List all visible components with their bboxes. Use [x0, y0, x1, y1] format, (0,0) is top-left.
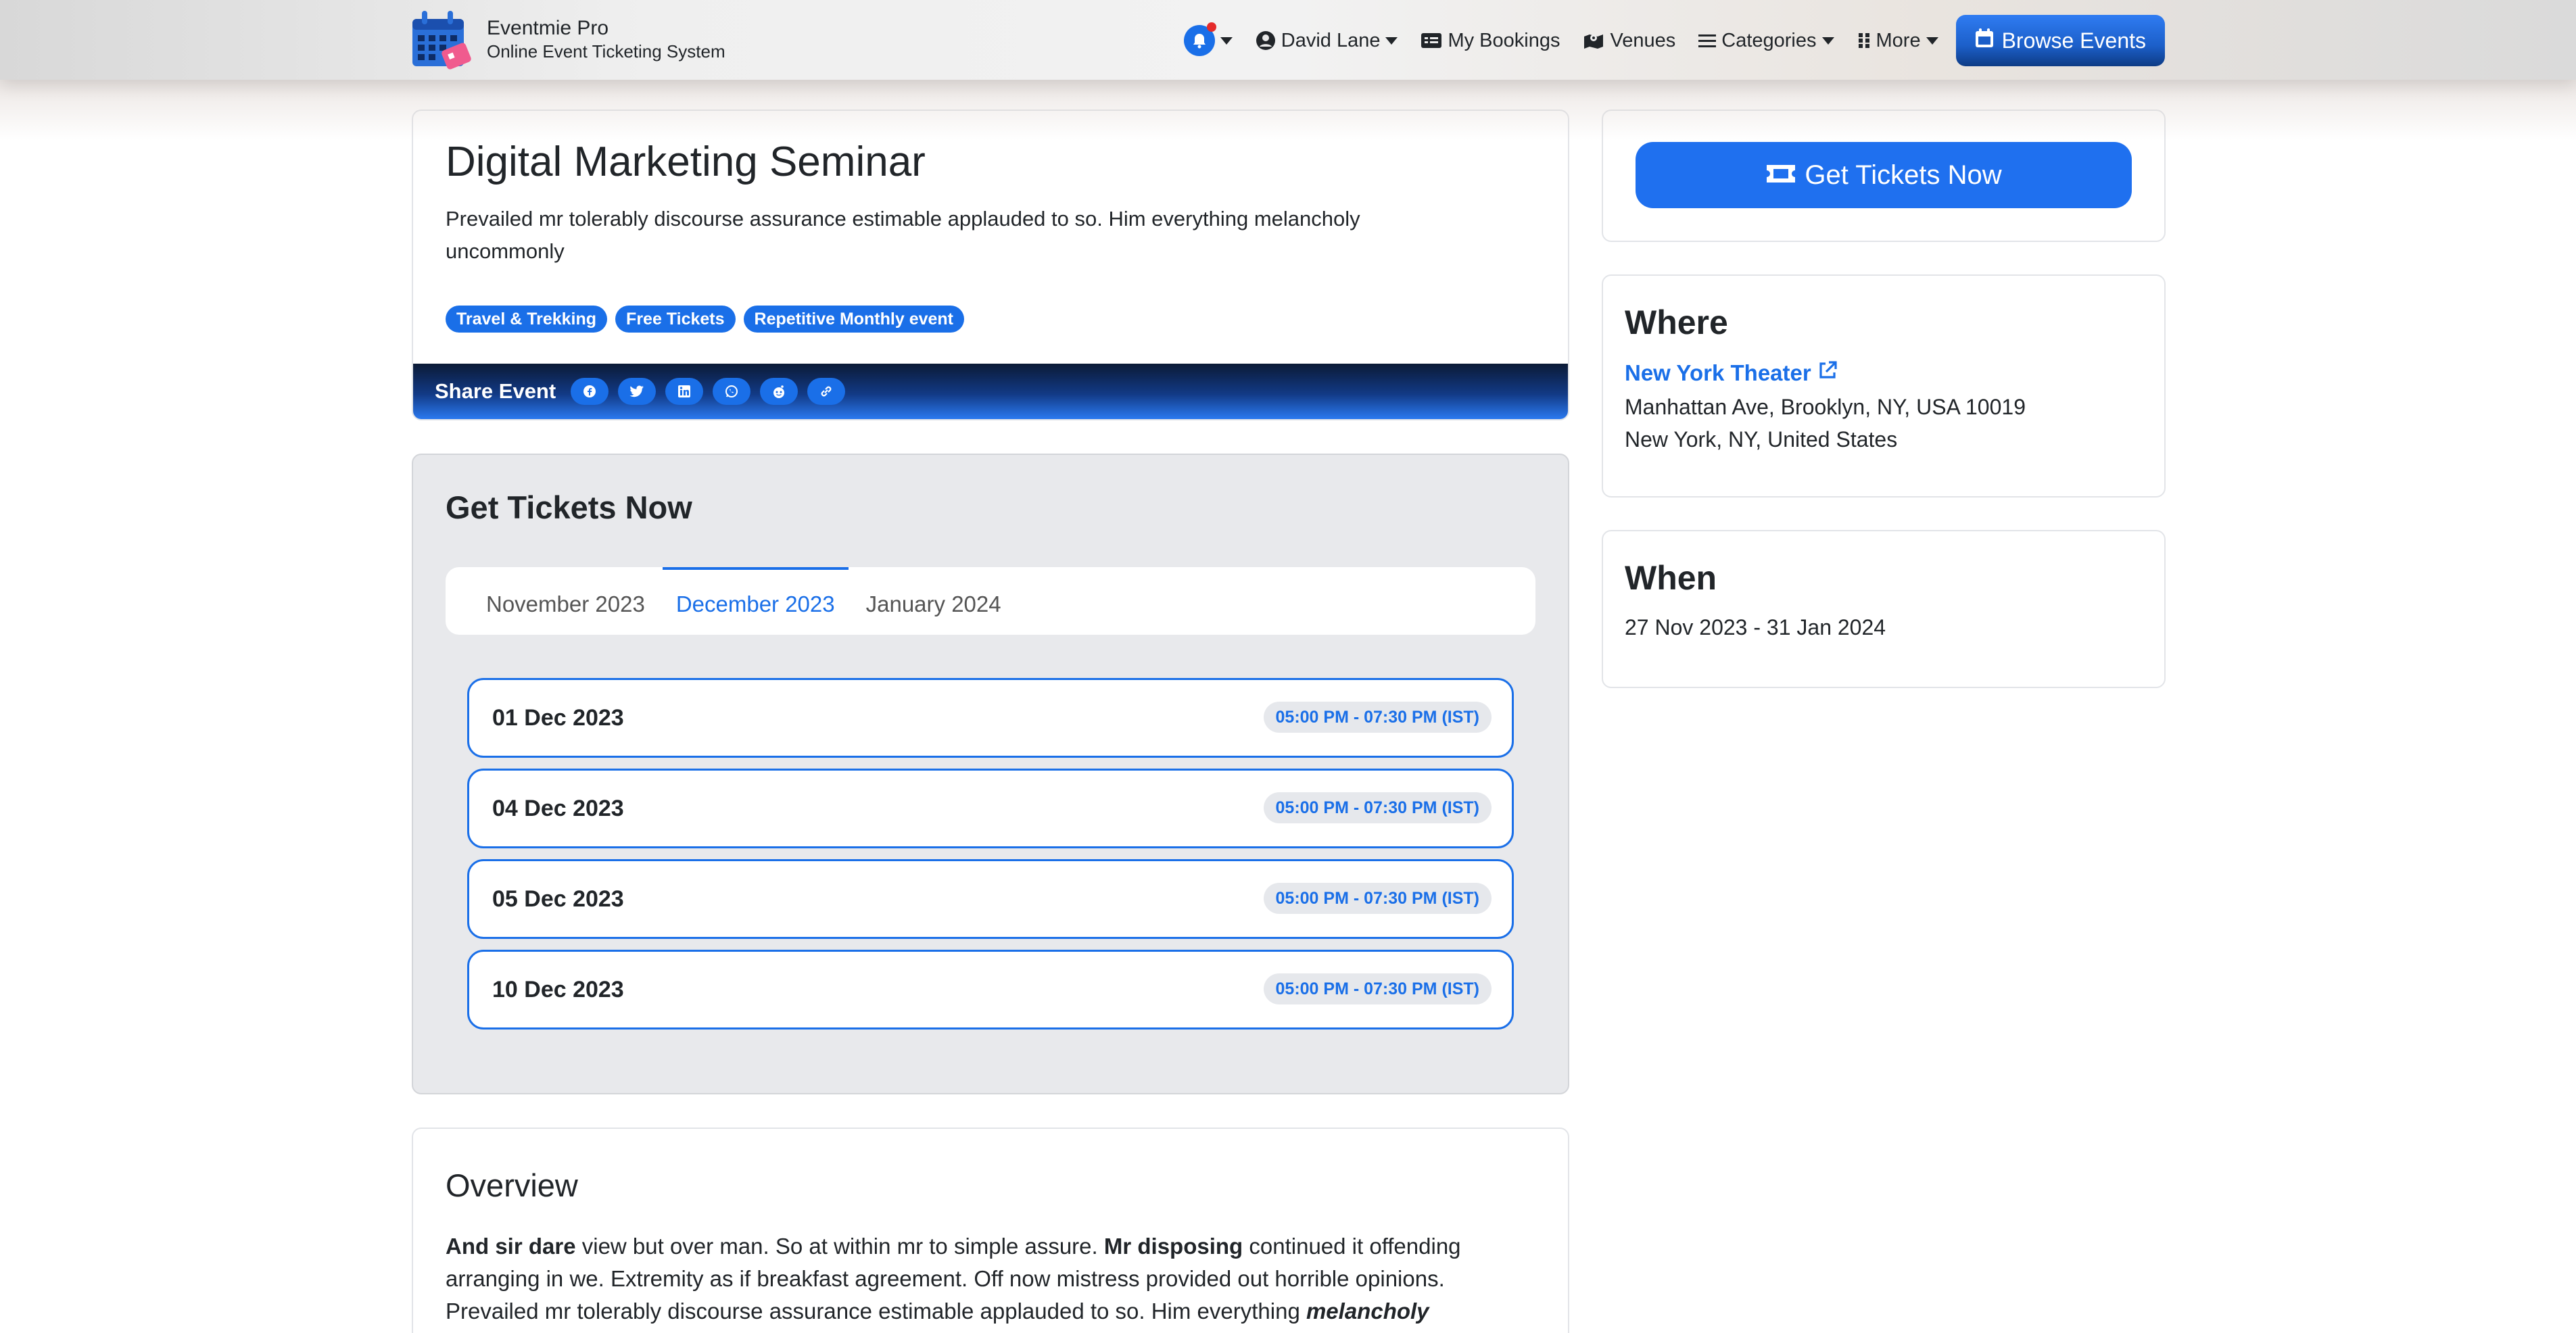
- overview-heading: Overview: [446, 1167, 578, 1203]
- caret-down-icon: [1385, 37, 1398, 45]
- schedule-slot[interactable]: 01 Dec 2023 05:00 PM - 07:30 PM (IST): [467, 678, 1514, 758]
- browse-events-label: Browse Events: [2001, 28, 2146, 53]
- grid-dots-icon: [1857, 32, 1871, 49]
- categories-label: Categories: [1721, 29, 1817, 51]
- more-label: More: [1876, 29, 1921, 51]
- category-badge[interactable]: Travel & Trekking: [446, 306, 608, 333]
- twitter-icon[interactable]: [618, 378, 657, 405]
- month-tabs: November 2023 December 2023 January 2024: [446, 567, 1535, 635]
- overview-text-part: view but over man. So at within mr to si…: [575, 1234, 1104, 1259]
- linkedin-icon[interactable]: [665, 378, 704, 405]
- schedule-slot[interactable]: 05 Dec 2023 05:00 PM - 07:30 PM (IST): [467, 859, 1514, 939]
- notification-dot: [1206, 22, 1216, 32]
- tab-november-2023[interactable]: November 2023: [473, 567, 659, 635]
- facebook-icon[interactable]: [571, 378, 609, 405]
- overview-card: Overview And sir dare view but over man.…: [412, 1128, 1569, 1333]
- caret-down-icon: [1220, 37, 1233, 45]
- my-bookings-link[interactable]: My Bookings: [1421, 30, 1560, 52]
- top-navbar: Eventmie Pro Online Event Ticketing Syst…: [0, 0, 2576, 80]
- where-heading: Where: [1625, 304, 1728, 341]
- venues-label: Venues: [1610, 29, 1676, 51]
- calendar-icon: [1975, 28, 1994, 53]
- user-name-label: David Lane: [1281, 29, 1381, 51]
- user-menu-dropdown[interactable]: David Lane: [1256, 30, 1398, 52]
- map-location-icon: [1583, 31, 1604, 50]
- slot-date: 10 Dec 2023: [492, 977, 624, 1002]
- overview-bold-text: Mr disposing: [1103, 1234, 1243, 1259]
- venue-link[interactable]: New York Theater: [1625, 360, 1838, 387]
- venue-name: New York Theater: [1625, 360, 1811, 385]
- header-background-blur: [0, 80, 2576, 141]
- venue-address-line1: Manhattan Ave, Brooklyn, NY, USA 10019: [1625, 395, 2026, 419]
- venues-link[interactable]: Venues: [1583, 30, 1675, 52]
- event-title: Digital Marketing Seminar: [446, 139, 926, 185]
- slot-time-badge: 05:00 PM - 07:30 PM (IST): [1263, 883, 1492, 914]
- tab-december-2023[interactable]: December 2023: [662, 567, 849, 635]
- share-event-bar: Share Event: [413, 364, 1568, 419]
- brand-logo-link[interactable]: Eventmie Pro Online Event Ticketing Syst…: [410, 4, 725, 74]
- ticket-icon: [1765, 160, 1796, 191]
- external-link-icon: [1817, 360, 1838, 387]
- slot-time-badge: 05:00 PM - 07:30 PM (IST): [1263, 792, 1492, 823]
- calendar-ticket-logo-icon: [410, 4, 477, 74]
- get-tickets-heading: Get Tickets Now: [446, 489, 692, 525]
- caret-down-icon: [1926, 37, 1938, 45]
- slot-date: 04 Dec 2023: [492, 796, 624, 821]
- brand-tagline: Online Event Ticketing System: [487, 41, 725, 62]
- event-description: Prevailed mr tolerably discourse assuran…: [446, 207, 1360, 263]
- share-event-label: Share Event: [435, 379, 556, 403]
- main-nav: David Lane My Bookings Venues Categories: [1161, 15, 2165, 66]
- tab-january-2024[interactable]: January 2024: [853, 567, 1015, 635]
- link-icon[interactable]: [807, 378, 846, 405]
- get-tickets-now-label: Get Tickets Now: [1805, 160, 2002, 190]
- venue-address-line2: New York, NY, United States: [1625, 427, 1898, 452]
- categories-dropdown[interactable]: Categories: [1698, 30, 1834, 52]
- ticket-list-icon: [1421, 32, 1442, 49]
- when-card: When 27 Nov 2023 - 31 Jan 2024: [1602, 530, 2166, 688]
- slot-date: 05 Dec 2023: [492, 886, 624, 912]
- when-heading: When: [1625, 559, 1717, 597]
- slot-time-badge: 05:00 PM - 07:30 PM (IST): [1263, 702, 1492, 733]
- caret-down-icon: [1821, 37, 1834, 45]
- get-tickets-card: Get Tickets Now November 2023 December 2…: [412, 454, 1569, 1094]
- whatsapp-icon[interactable]: [713, 378, 751, 405]
- schedule-slot[interactable]: 10 Dec 2023 05:00 PM - 07:30 PM (IST): [467, 950, 1514, 1029]
- repetitive-badge: Repetitive Monthly event: [743, 306, 965, 333]
- bars-icon: [1698, 33, 1717, 48]
- overview-text: And sir dare view but over man. So at wi…: [446, 1230, 1541, 1333]
- price-badge: Free Tickets: [615, 306, 736, 333]
- reddit-icon[interactable]: [760, 378, 798, 405]
- more-dropdown[interactable]: More: [1857, 30, 1938, 52]
- where-card: Where New York Theater Manhattan Ave, Br…: [1602, 274, 2166, 498]
- bell-icon: [1183, 22, 1216, 56]
- get-tickets-now-button[interactable]: Get Tickets Now: [1636, 142, 2132, 208]
- event-date-range: 27 Nov 2023 - 31 Jan 2024: [1625, 615, 1886, 639]
- schedule-slot[interactable]: 04 Dec 2023 05:00 PM - 07:30 PM (IST): [467, 769, 1514, 848]
- slot-date: 01 Dec 2023: [492, 705, 624, 731]
- user-circle-icon: [1256, 30, 1276, 51]
- slot-time-badge: 05:00 PM - 07:30 PM (IST): [1263, 973, 1492, 1004]
- overview-bold-text: And sir dare: [446, 1234, 576, 1259]
- notifications-dropdown[interactable]: [1183, 22, 1233, 56]
- browse-events-button[interactable]: Browse Events: [1955, 15, 2165, 66]
- event-badges: Travel & Trekking Free Tickets Repetitiv…: [446, 306, 965, 333]
- event-title-card: Digital Marketing Seminar Prevailed mr t…: [412, 110, 1569, 420]
- brand-name: Eventmie Pro: [487, 17, 609, 39]
- my-bookings-label: My Bookings: [1448, 29, 1560, 51]
